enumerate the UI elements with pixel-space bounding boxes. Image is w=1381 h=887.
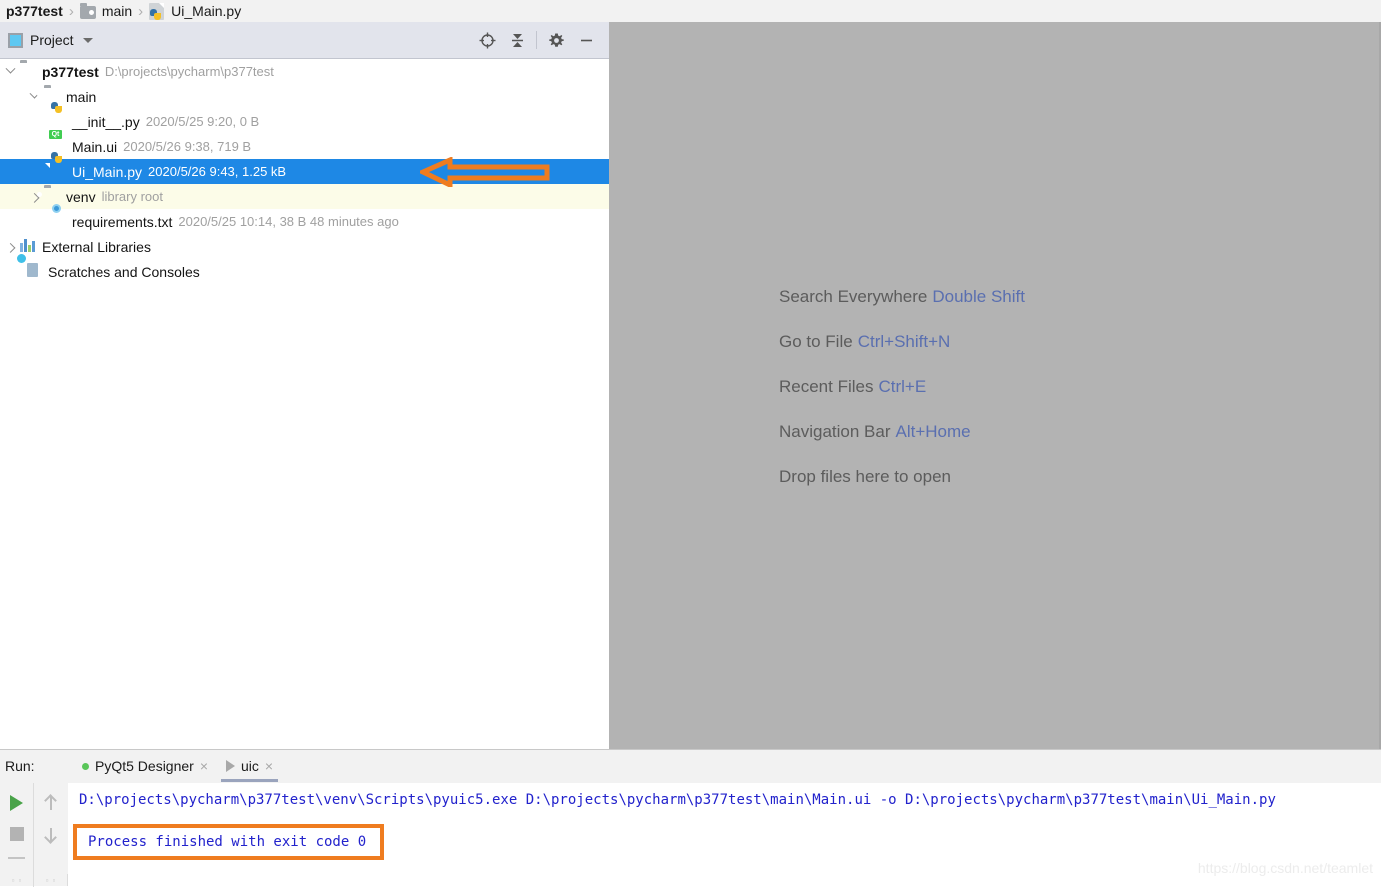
ghost-icon-group: ▫▫ xyxy=(34,874,68,886)
gear-icon[interactable] xyxy=(541,25,571,55)
tree-row-selected[interactable]: Ui_Main.py 2020/5/26 9:43, 1.25 kB xyxy=(0,159,609,184)
project-view-selector[interactable]: Project xyxy=(0,32,93,48)
tree-row-label: venv xyxy=(66,189,96,205)
collapse-all-icon[interactable] xyxy=(502,25,532,55)
toolbar-divider xyxy=(536,31,537,49)
arrow-down-icon[interactable] xyxy=(44,827,58,843)
run-control-column xyxy=(0,783,34,887)
folder-module-icon xyxy=(44,188,62,206)
status-bar-ghost-icons: ▫▫ ▫▫ xyxy=(0,874,68,886)
tree-row-label: Main.ui xyxy=(72,139,117,155)
editor-tip-navigation-bar: Navigation Bar Alt+Home xyxy=(779,422,1025,442)
tree-row[interactable]: main xyxy=(0,84,609,109)
run-tab-bar: Run: PyQt5 Designer × uic × xyxy=(0,750,1381,782)
editor-tip-go-to-file: Go to File Ctrl+Shift+N xyxy=(779,332,1025,352)
project-view-icon xyxy=(8,33,23,48)
tree-row[interactable]: __init__.py 2020/5/25 9:20, 0 B xyxy=(0,109,609,134)
green-dot-icon xyxy=(82,763,89,770)
tree-row-detail: library root xyxy=(102,189,163,204)
tree-row-detail: 2020/5/25 10:14, 38 B 48 minutes ago xyxy=(178,214,398,229)
breadcrumb-label: p377test xyxy=(6,3,63,19)
python-file-icon xyxy=(50,113,68,131)
tree-row-detail: 2020/5/26 9:43, 1.25 kB xyxy=(148,164,286,179)
breadcrumb-item-main[interactable]: main xyxy=(80,0,132,22)
tree-row[interactable]: p377test D:\projects\pycharm\p377test xyxy=(0,59,609,84)
console-result-highlight: Process finished with exit code 0 xyxy=(73,824,384,860)
tip-shortcut-label: Ctrl+Shift+N xyxy=(858,332,951,351)
stop-square-icon[interactable] xyxy=(10,827,24,841)
tree-row[interactable]: Scratches and Consoles xyxy=(0,259,609,284)
run-tab-label: PyQt5 Designer xyxy=(95,758,194,774)
tree-row-label: p377test xyxy=(42,64,99,80)
tree-row-label: Ui_Main.py xyxy=(72,164,142,180)
tree-row[interactable]: External Libraries xyxy=(0,234,609,259)
dash-icon[interactable] xyxy=(8,857,25,859)
console-command-line: D:\projects\pycharm\p377test\venv\Script… xyxy=(68,783,1381,808)
watermark-text: https://blog.csdn.net/teamlet xyxy=(1198,860,1373,876)
breadcrumb-separator: › xyxy=(138,4,143,19)
editor-empty-area[interactable]: Search Everywhere Double Shift Go to File… xyxy=(609,22,1381,749)
run-tab-label: uic xyxy=(241,758,259,774)
project-panel-header: Project xyxy=(0,22,609,59)
folder-icon xyxy=(80,2,98,20)
python-file-icon xyxy=(149,2,167,20)
run-tab-uic[interactable]: uic × xyxy=(217,750,282,782)
tree-row[interactable]: Qt Main.ui 2020/5/26 9:38, 719 B xyxy=(0,134,609,159)
editor-tip-search-everywhere: Search Everywhere Double Shift xyxy=(779,287,1025,307)
breadcrumb-separator: › xyxy=(69,4,74,19)
tree-row-label: __init__.py xyxy=(72,114,140,130)
breadcrumb-label: main xyxy=(102,3,132,19)
tip-shortcut-label: Alt+Home xyxy=(896,422,971,441)
crosshair-icon[interactable] xyxy=(472,25,502,55)
tip-action-label: Drop files here to open xyxy=(779,467,951,486)
tip-action-label: Recent Files xyxy=(779,377,873,396)
editor-tip-recent-files: Recent Files Ctrl+E xyxy=(779,377,1025,397)
close-icon[interactable]: × xyxy=(265,759,273,773)
tree-row[interactable]: venv library root xyxy=(0,184,609,209)
tip-shortcut-label: Double Shift xyxy=(932,287,1025,306)
tree-row-label: Scratches and Consoles xyxy=(48,264,200,280)
scratches-icon xyxy=(26,263,44,281)
run-console-output[interactable]: D:\projects\pycharm\p377test\venv\Script… xyxy=(68,783,1381,887)
tree-row[interactable]: requirements.txt 2020/5/25 10:14, 38 B 4… xyxy=(0,209,609,234)
breadcrumb-bar: p377test › main › Ui_Main.py xyxy=(0,0,1381,22)
python-file-icon xyxy=(50,163,68,181)
chevron-down-icon[interactable] xyxy=(83,38,93,43)
breadcrumb-item-project[interactable]: p377test xyxy=(6,0,63,22)
close-icon[interactable]: × xyxy=(200,759,208,773)
chevron-right-icon[interactable] xyxy=(0,243,20,250)
config-file-icon xyxy=(50,213,68,231)
tree-row-label: main xyxy=(66,89,96,105)
console-result-line: Process finished with exit code 0 xyxy=(88,834,366,850)
tree-row-detail: 2020/5/25 9:20, 0 B xyxy=(146,114,259,129)
tree-row-label: requirements.txt xyxy=(72,214,172,230)
run-sidebar-toolbar xyxy=(0,783,68,887)
libraries-icon xyxy=(20,238,38,256)
run-tool-window: Run: PyQt5 Designer × uic × D:\projects\… xyxy=(0,749,1381,886)
chevron-down-icon[interactable] xyxy=(0,68,20,75)
project-panel-toolbar xyxy=(472,25,609,55)
breadcrumb-item-file[interactable]: Ui_Main.py xyxy=(149,0,241,22)
run-scroll-column xyxy=(34,783,68,887)
project-tree[interactable]: p377test D:\projects\pycharm\p377test ma… xyxy=(0,59,609,749)
tip-action-label: Navigation Bar xyxy=(779,422,891,441)
run-tool-window-label: Run: xyxy=(0,758,73,774)
minimize-icon[interactable] xyxy=(571,25,601,55)
run-tab-pyqt5-designer[interactable]: PyQt5 Designer × xyxy=(73,750,217,782)
tree-row-detail: D:\projects\pycharm\p377test xyxy=(105,64,274,79)
tip-action-label: Search Everywhere xyxy=(779,287,927,306)
tip-action-label: Go to File xyxy=(779,332,853,351)
folder-icon xyxy=(20,63,38,81)
arrow-up-icon[interactable] xyxy=(44,795,58,811)
ghost-icon-group: ▫▫ xyxy=(0,874,34,886)
editor-tips-list: Search Everywhere Double Shift Go to File… xyxy=(779,287,1025,487)
tree-row-label: External Libraries xyxy=(42,239,151,255)
breadcrumb-label: Ui_Main.py xyxy=(171,3,241,19)
project-panel-title: Project xyxy=(30,32,74,48)
run-play-icon[interactable] xyxy=(10,795,23,811)
tip-shortcut-label: Ctrl+E xyxy=(878,377,926,396)
play-triangle-icon xyxy=(226,760,235,772)
editor-tip-drop-files: Drop files here to open xyxy=(779,467,1025,487)
tree-row-detail: 2020/5/26 9:38, 719 B xyxy=(123,139,251,154)
